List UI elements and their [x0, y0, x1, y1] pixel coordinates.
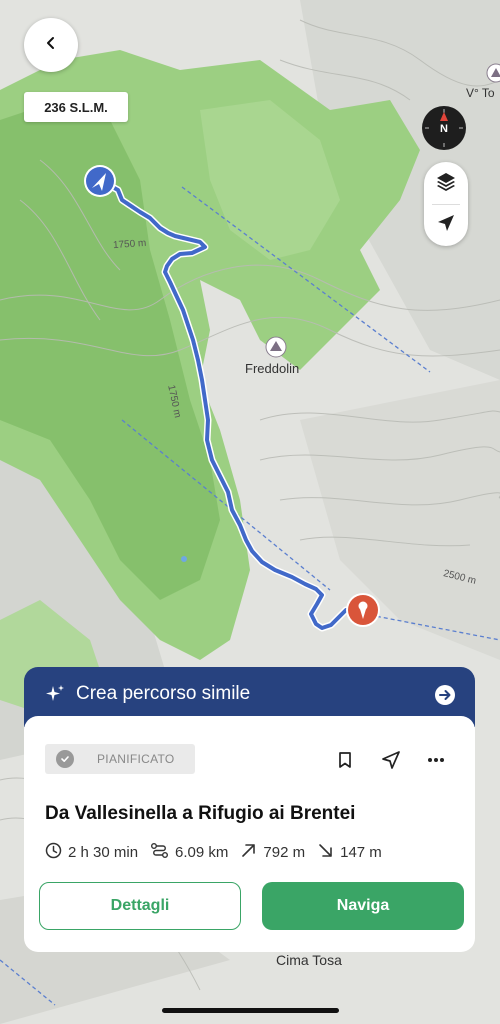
route-start-marker[interactable] — [84, 165, 116, 197]
compass-button[interactable]: N — [422, 106, 466, 150]
compass-north-label: N — [440, 123, 448, 135]
altitude-badge: 236 S.L.M. — [24, 92, 128, 122]
back-button[interactable] — [24, 18, 78, 72]
arrow-up-right-icon — [240, 842, 263, 863]
peak-icon — [265, 336, 287, 358]
details-button[interactable]: Dettagli — [39, 882, 241, 930]
check-icon — [56, 750, 74, 768]
peak-label-top-right: V° To — [466, 86, 495, 100]
chevron-left-icon — [44, 36, 58, 55]
peak-label-freddolin: Freddolin — [245, 361, 300, 376]
bookmark-icon[interactable] — [330, 746, 360, 774]
descent-value: 147 m — [340, 844, 382, 861]
arrow-down-right-icon — [317, 842, 340, 863]
sparkle-icon — [44, 683, 66, 710]
arrow-right-circle-icon[interactable] — [434, 684, 456, 711]
route-title: Da Vallesinella a Rifugio ai Brentei — [45, 803, 356, 824]
home-indicator[interactable] — [162, 1008, 339, 1013]
descent-stat: 147 m — [317, 842, 382, 863]
duration-value: 2 h 30 min — [68, 844, 139, 861]
distance-stat: 6.09 km — [150, 842, 228, 863]
location-arrow-icon — [436, 213, 456, 238]
banner-title: Crea percorso simile — [76, 683, 251, 704]
status-badge: PIANIFICATO — [45, 744, 195, 774]
peak-label-cima-tosa: Cima Tosa — [276, 952, 342, 968]
more-options-icon[interactable] — [421, 746, 451, 774]
route-end-marker[interactable] — [346, 593, 380, 627]
contour-label: 1750 m — [112, 237, 147, 252]
clock-icon — [45, 842, 68, 863]
share-icon[interactable] — [376, 746, 406, 774]
peak-icon — [486, 63, 500, 83]
distance-value: 6.09 km — [175, 844, 229, 861]
locate-button[interactable] — [424, 204, 468, 246]
ascent-value: 792 m — [263, 844, 306, 861]
route-card: PIANIFICATO Da Vallesinella a Rifugio ai… — [24, 716, 475, 952]
layers-icon — [435, 170, 457, 197]
navigate-button[interactable]: Naviga — [262, 882, 464, 930]
route-stats: 2 h 30 min 6.09 km 792 m 147 m — [45, 842, 394, 863]
route-distance-icon — [150, 842, 175, 863]
map-controls — [424, 162, 468, 246]
layers-button[interactable] — [424, 162, 468, 204]
status-text: PIANIFICATO — [97, 752, 175, 766]
ascent-stat: 792 m — [240, 842, 305, 863]
duration-stat: 2 h 30 min — [45, 842, 138, 863]
